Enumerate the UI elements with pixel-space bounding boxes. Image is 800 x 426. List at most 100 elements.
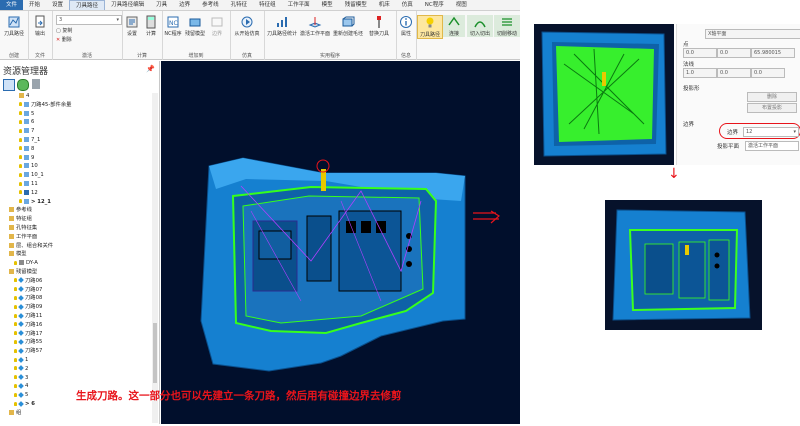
cutting-moves-button[interactable]: 切削移动 [494, 15, 520, 37]
menu-item[interactable]: 孔特征 [225, 0, 254, 10]
menu-item[interactable]: 模型 [316, 0, 339, 10]
pin-icon[interactable]: 📌 [146, 65, 155, 73]
tree-item[interactable]: 12 [0, 189, 38, 197]
tree-item[interactable]: 刀路07 [0, 286, 42, 294]
tree-item[interactable]: 组 [0, 409, 21, 417]
bulb-icon[interactable] [14, 339, 17, 344]
bulb-icon[interactable] [19, 172, 22, 177]
menu-item[interactable]: 视图 [450, 0, 473, 10]
tree-item[interactable]: > 12_1 [0, 198, 51, 206]
leads-button[interactable]: 切入切出 [467, 15, 493, 37]
boundary-combo[interactable]: 12 ▾ [743, 127, 799, 137]
copy-button[interactable]: ▢ 复制 [56, 27, 72, 34]
bulb-icon[interactable] [14, 383, 17, 388]
bulb-icon[interactable] [19, 102, 22, 107]
tree-item[interactable]: 刀路06 [0, 277, 42, 285]
bulb-icon[interactable] [19, 199, 22, 204]
bulb-icon[interactable] [19, 181, 22, 186]
tree-item[interactable]: 6 [0, 118, 34, 126]
bulb-icon[interactable] [14, 313, 17, 318]
nc-program-button[interactable]: NC NC程序 [163, 15, 183, 37]
tree-item[interactable]: 层、组合和关件 [0, 242, 53, 250]
active-toolpath-combo[interactable]: 3 ▾ [56, 15, 122, 25]
links-button[interactable]: 连接 [443, 15, 465, 37]
menu-item[interactable]: 刀具路径 [69, 0, 106, 10]
menu-item[interactable]: 机床 [373, 0, 396, 10]
tree-item[interactable]: 8 [0, 145, 34, 153]
explorer-tool-2-icon[interactable] [17, 79, 29, 91]
tree-item[interactable]: 残留模型 [0, 268, 37, 276]
bulb-icon[interactable] [14, 348, 17, 353]
simulate-from-start-button[interactable]: 从开始仿真 [231, 15, 263, 37]
tree-item[interactable]: 刀路55 [0, 338, 42, 346]
bulb-icon[interactable] [19, 146, 22, 151]
calculate-button[interactable]: 计算 [142, 15, 160, 37]
tree-item[interactable]: 4 [0, 92, 29, 100]
activate-workplane-button[interactable]: 激活工作平面 [298, 15, 332, 37]
bulb-icon[interactable] [14, 322, 17, 327]
normal-y-input[interactable]: 0.0 [717, 68, 751, 78]
tree-item[interactable]: 7 [0, 127, 34, 135]
menu-item[interactable]: 文件 [0, 0, 24, 10]
menu-item[interactable]: 刀具路径编辑 [105, 0, 150, 10]
menu-item[interactable]: 参考线 [196, 0, 225, 10]
stock-model-button[interactable]: 残留模型 [184, 15, 206, 37]
tree-item[interactable]: 刀路11 [0, 312, 42, 320]
delete-button[interactable]: ✕ 删除 [56, 36, 72, 43]
toolpath-button[interactable]: 刀具路径 [2, 15, 26, 37]
bulb-icon[interactable] [14, 295, 17, 300]
tree-item[interactable]: DY-A [0, 259, 38, 267]
bulb-icon[interactable] [14, 287, 17, 292]
tree-item[interactable]: 刀路57 [0, 347, 42, 355]
bulb-icon[interactable] [14, 278, 17, 283]
normal-x-input[interactable]: 1.0 [683, 68, 717, 78]
tree-item[interactable]: 刀路17 [0, 330, 42, 338]
menu-item[interactable]: 设置 [46, 0, 69, 10]
tree-item[interactable]: 模型 [0, 250, 27, 258]
tree-item[interactable]: 1 [0, 356, 28, 364]
display-toolpath-button[interactable]: 刀具路径 [417, 15, 443, 39]
menu-item[interactable]: 仿真 [396, 0, 419, 10]
menu-item[interactable]: 残留模型 [339, 0, 373, 10]
tree-item[interactable]: 特征组 [0, 215, 32, 223]
bulb-icon[interactable] [14, 357, 17, 362]
bulb-icon[interactable] [14, 304, 17, 309]
boundary-button[interactable]: 边界 [207, 15, 227, 37]
normal-z-input[interactable]: 0.0 [751, 68, 785, 78]
toolpath-stats-button[interactable]: 刀具路径统计 [265, 15, 299, 37]
menu-item[interactable]: 边界 [173, 0, 196, 10]
bulb-icon[interactable] [19, 163, 22, 168]
point-z-input[interactable]: 65.980015 [751, 48, 795, 58]
tree-item[interactable]: 5 [0, 110, 34, 118]
tree-item[interactable]: 2 [0, 365, 28, 373]
3d-viewport[interactable] [161, 61, 520, 424]
menu-item[interactable]: NC程序 [419, 0, 450, 10]
replace-tool-button[interactable]: 替换刀具 [364, 15, 394, 37]
tree-item[interactable]: 刀路45-部件余量 [0, 101, 71, 109]
menu-item[interactable]: 特征组 [253, 0, 282, 10]
trash-icon[interactable] [32, 79, 40, 89]
tree-item[interactable]: 7_1 [0, 136, 40, 144]
tree-item[interactable]: 3 [0, 374, 28, 382]
bulb-icon[interactable] [14, 331, 17, 336]
settings-button[interactable]: 设置 [123, 15, 141, 37]
explorer-scrollbar-thumb[interactable] [153, 323, 157, 383]
projection-plane-combo[interactable]: 激活工作平面 [745, 141, 799, 151]
recreate-block-button[interactable]: 重新创建毛坯 [331, 15, 365, 37]
tree-item[interactable]: 参考线 [0, 206, 32, 214]
tree-item[interactable]: 10 [0, 162, 38, 170]
tree-item[interactable]: 刀路16 [0, 321, 42, 329]
menu-item[interactable]: 刀具 [150, 0, 173, 10]
tree-item[interactable]: 5 [0, 391, 28, 399]
tree-item[interactable]: 刀路08 [0, 294, 42, 302]
bulb-icon[interactable] [14, 401, 17, 406]
point-y-input[interactable]: 0.0 [717, 48, 751, 58]
delete-projection-button[interactable]: 删除 [747, 92, 797, 102]
bulb-icon[interactable] [14, 392, 17, 397]
bulb-icon[interactable] [19, 119, 22, 124]
explorer-tool-1-icon[interactable] [3, 79, 15, 91]
menu-item[interactable]: 工作平面 [282, 0, 316, 10]
bulb-icon[interactable] [19, 155, 22, 160]
properties-button[interactable]: 属性 [397, 15, 415, 37]
tree-item[interactable]: 9 [0, 154, 34, 162]
